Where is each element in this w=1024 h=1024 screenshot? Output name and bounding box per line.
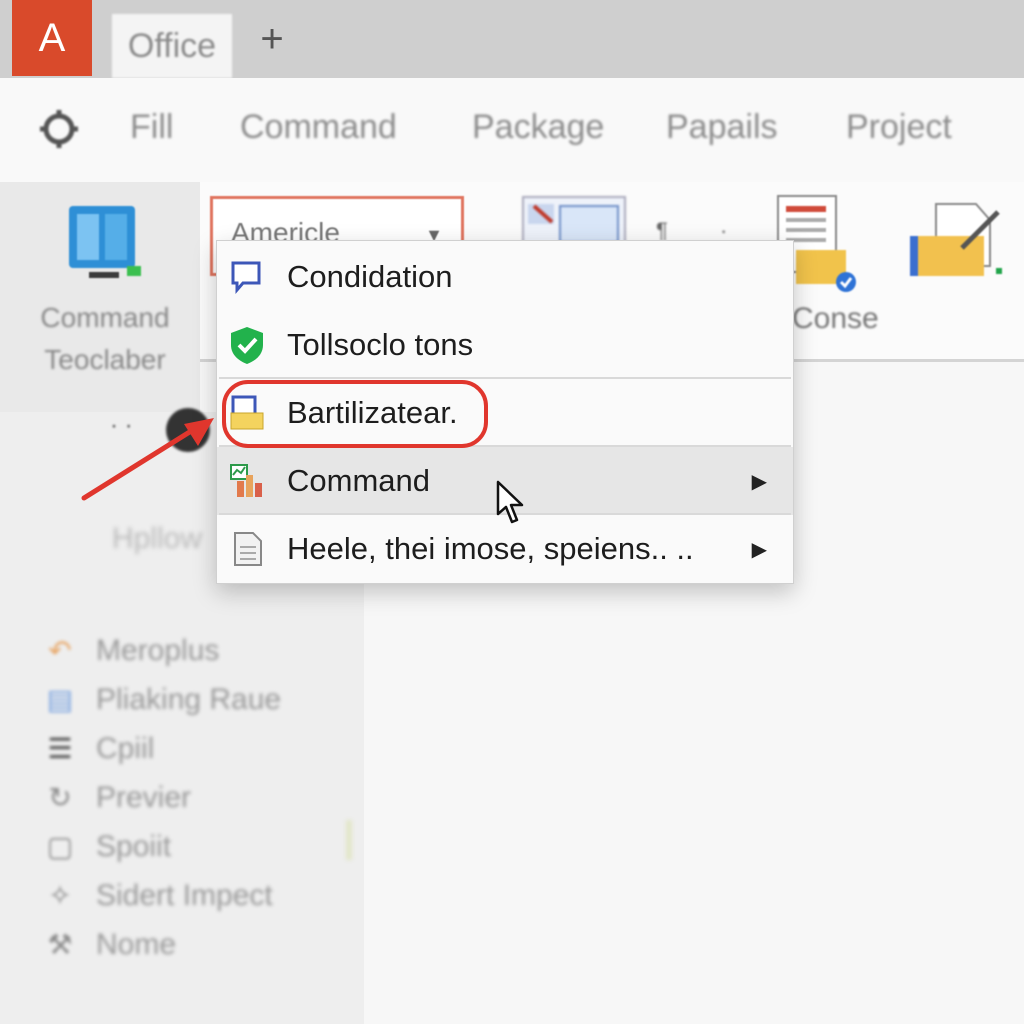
menu-fill[interactable]: Fill: [130, 108, 173, 147]
chart-icon: [230, 464, 262, 497]
highlight-annotation-ring: [222, 380, 488, 448]
app-badge[interactable]: A: [12, 0, 92, 76]
list-item[interactable]: ▤ Pliaking Raue: [40, 675, 281, 724]
left-pane-dots: · ·: [110, 412, 133, 439]
list-item[interactable]: ↻ Previer: [40, 773, 281, 822]
refresh-icon: ↻: [48, 782, 72, 813]
menu-item-label: Condidation: [287, 259, 453, 294]
monitor-windows-icon: [69, 206, 141, 278]
list-item-label: Previer: [96, 780, 192, 814]
blue-card-icon: ▤: [46, 684, 74, 715]
cursor-highlight-dot: [166, 408, 210, 452]
green-shield-icon: [231, 327, 263, 364]
list-item-label: Meroplus: [96, 633, 220, 667]
ribbon-menu-bar: Fill Command Package Papails Project: [0, 78, 1024, 182]
list-item[interactable]: ↶ Meroplus: [40, 626, 281, 675]
submenu-arrow-icon: ▶: [751, 470, 767, 493]
list-item-label: Cpiil: [96, 731, 155, 765]
menu-item-label: Heele, thei imose, speiens.. ..: [287, 531, 694, 566]
document-icon: [234, 532, 262, 566]
left-pane-faint-label: Hpllow: [112, 522, 203, 555]
menu-item-condidation[interactable]: Condidation: [217, 243, 793, 311]
menu-project[interactable]: Project: [846, 108, 952, 147]
frame-icon: ▢: [46, 831, 74, 862]
left-pane-list: ↶ Meroplus ▤ Pliaking Raue ☰ Cpiil ↻ Pre…: [40, 626, 281, 969]
command-toolbar-label: Command Teoclaber: [40, 302, 170, 375]
list-item[interactable]: ▢ Spoiit: [40, 822, 281, 871]
list-item[interactable]: ✧ Sidert Impect: [40, 871, 281, 920]
list-item-label: Nome: [96, 927, 177, 961]
ribbon-conse-label: Conse: [792, 302, 879, 335]
menu-package[interactable]: Package: [472, 108, 604, 147]
menu-command[interactable]: Command: [240, 108, 397, 147]
menu-item-label: Tollsoclo tons: [287, 327, 474, 362]
mouse-cursor-icon: [496, 480, 524, 524]
stack-icon: ☰: [47, 733, 73, 764]
tab-office[interactable]: Office: [112, 14, 232, 78]
speech-bubble-icon: [231, 261, 261, 295]
tools-icon: ⚒: [47, 929, 73, 960]
command-toolbar-button[interactable]: Command Teoclaber: [20, 196, 190, 381]
gear-icon[interactable]: [38, 108, 80, 150]
sparkle-icon: ✧: [48, 880, 72, 911]
list-item-label: Spoiit: [96, 829, 172, 863]
menu-item-tollsoclo-tons[interactable]: Tollsoclo tons: [217, 311, 793, 379]
list-item-label: Sidert Impect: [96, 878, 273, 912]
orange-curve-icon: ↶: [48, 635, 72, 666]
menu-papails[interactable]: Papails: [666, 108, 778, 147]
divider: [346, 820, 352, 860]
submenu-arrow-icon: ▶: [751, 538, 767, 561]
folder-pen-icon[interactable]: [906, 196, 1006, 286]
new-tab-button[interactable]: +: [250, 14, 294, 64]
list-item-label: Pliaking Raue: [96, 682, 282, 716]
menu-item-label: Command: [287, 463, 430, 498]
list-item[interactable]: ☰ Cpiil: [40, 724, 281, 773]
title-bar: A Office +: [0, 0, 1024, 78]
list-item[interactable]: ⚒ Nome: [40, 920, 281, 969]
